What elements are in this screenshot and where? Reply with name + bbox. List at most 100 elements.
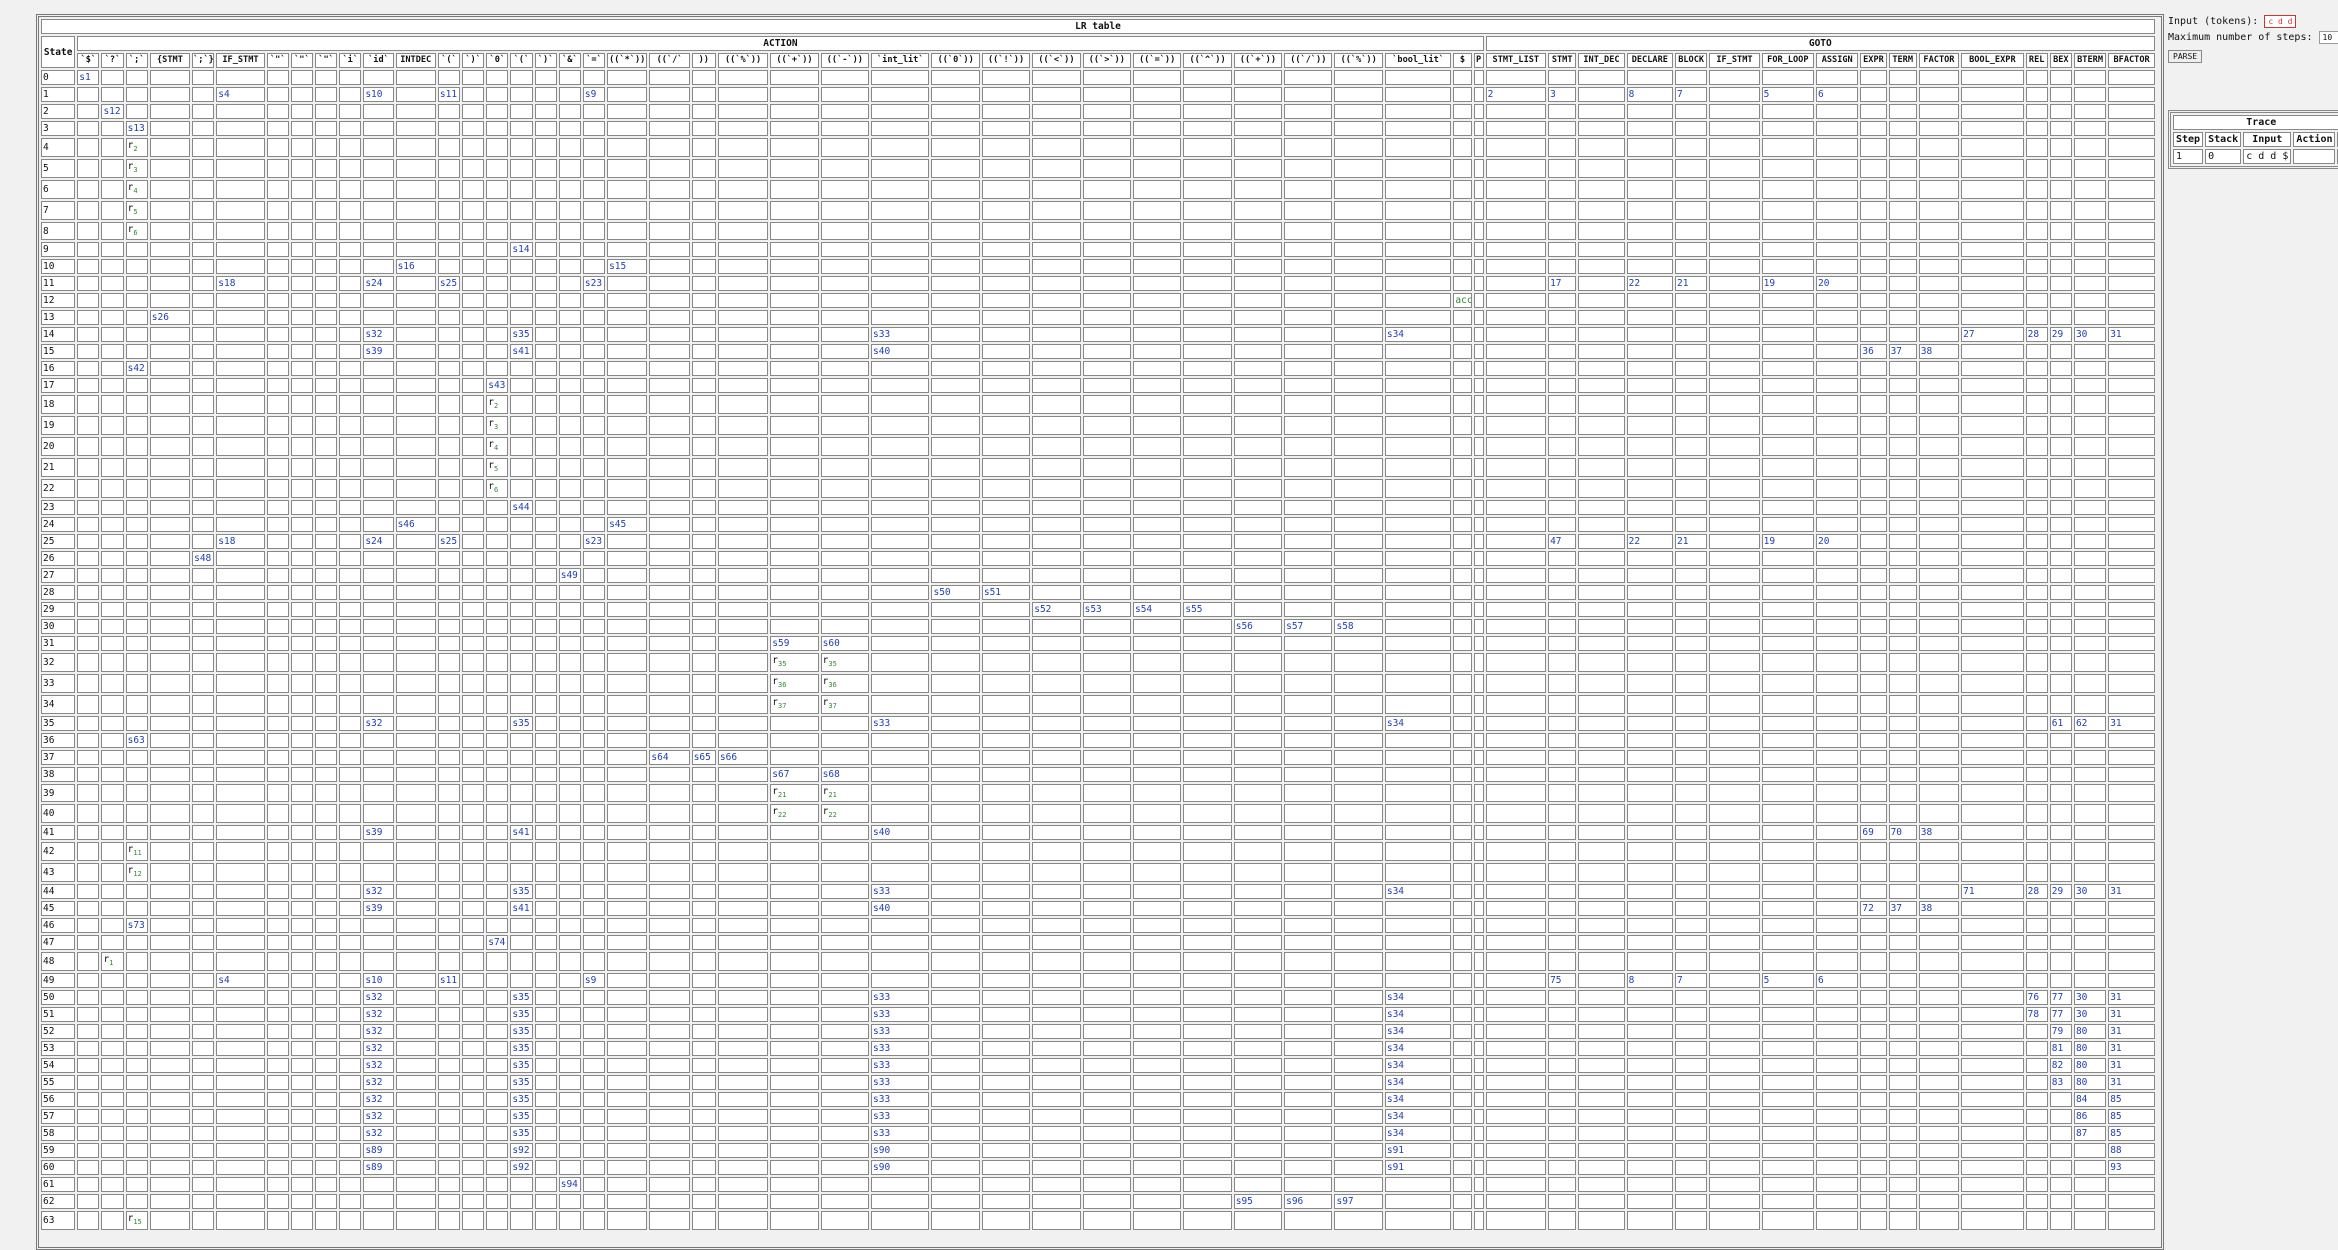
action-cell xyxy=(291,1160,313,1175)
state-cell: 8 xyxy=(41,222,75,241)
action-cell xyxy=(559,104,581,119)
action-cell xyxy=(1453,1024,1471,1039)
action-cell xyxy=(821,1058,869,1073)
goto-cell xyxy=(1709,602,1759,617)
action-cell xyxy=(396,479,436,498)
goto-cell xyxy=(2108,534,2155,549)
action-cell xyxy=(1234,361,1282,376)
goto-cell xyxy=(1578,1177,1624,1192)
action-cell xyxy=(931,222,979,241)
action-cell: s35 xyxy=(510,1024,532,1039)
goto-cell xyxy=(2108,276,2155,291)
action-cell xyxy=(315,293,337,308)
goto-cell xyxy=(1889,395,1917,414)
action-cell xyxy=(982,767,1030,782)
action-cell xyxy=(1474,733,1484,748)
action-cell xyxy=(1284,733,1332,748)
action-cell xyxy=(931,159,979,178)
action-cell xyxy=(1474,716,1484,731)
action-cell xyxy=(510,138,532,157)
max-steps-field[interactable]: 10 xyxy=(2319,31,2338,44)
action-cell xyxy=(982,361,1030,376)
action-cell xyxy=(396,180,436,199)
action-cell xyxy=(1334,602,1382,617)
action-cell xyxy=(649,825,689,840)
state-cell: 12 xyxy=(41,293,75,308)
goto-cell xyxy=(1860,695,1886,714)
goto-cell xyxy=(1709,121,1759,136)
state-cell: 28 xyxy=(41,585,75,600)
action-cell xyxy=(363,70,393,85)
goto-cell xyxy=(1709,293,1759,308)
goto-cell: 8 xyxy=(1627,87,1673,102)
action-cell xyxy=(718,1126,768,1141)
goto-cell xyxy=(1675,138,1707,157)
goto-cell xyxy=(1486,935,1546,950)
action-cell xyxy=(216,1177,264,1192)
action-cell xyxy=(1083,767,1131,782)
action-cell xyxy=(1032,674,1080,693)
goto-cell xyxy=(1627,361,1673,376)
action-cell xyxy=(1234,180,1282,199)
goto-cell xyxy=(1816,653,1858,672)
action-cell xyxy=(770,104,818,119)
action-cell xyxy=(339,1177,361,1192)
action-cell xyxy=(315,1109,337,1124)
action-cell xyxy=(101,276,123,291)
goto-cell xyxy=(1709,733,1759,748)
action-cell xyxy=(267,1109,289,1124)
goto-cell xyxy=(2074,222,2106,241)
action-cell xyxy=(1385,87,1452,102)
action-cell xyxy=(396,990,436,1005)
action-cell xyxy=(559,1024,581,1039)
action-cell xyxy=(396,310,436,325)
action-cell xyxy=(315,180,337,199)
action-cell xyxy=(315,636,337,651)
action-cell xyxy=(291,458,313,477)
action-cell xyxy=(982,863,1030,882)
action-cell xyxy=(718,842,768,861)
goto-cell xyxy=(2108,242,2155,257)
action-cell xyxy=(692,1075,716,1090)
action-cell xyxy=(931,551,979,566)
goto-cell xyxy=(1860,201,1886,220)
action-cell xyxy=(1083,935,1131,950)
action-cell xyxy=(535,500,557,515)
trace-row: 10c d d $ xyxy=(2173,149,2338,164)
action-cell xyxy=(192,87,214,102)
goto-cell xyxy=(1816,138,1858,157)
action-cell xyxy=(1453,551,1471,566)
input-tokens-field[interactable]: c d d xyxy=(2264,15,2296,28)
action-col-header: ((`=`)) xyxy=(1133,53,1181,68)
action-cell xyxy=(1032,1160,1080,1175)
goto-cell xyxy=(1889,517,1917,532)
action-cell xyxy=(150,534,190,549)
action-cell xyxy=(1474,121,1484,136)
action-cell xyxy=(607,1024,647,1039)
action-cell xyxy=(871,87,929,102)
action-cell xyxy=(1474,674,1484,693)
action-cell: s73 xyxy=(126,918,148,933)
action-cell xyxy=(339,918,361,933)
parse-button[interactable]: PARSE xyxy=(2168,50,2202,63)
action-cell xyxy=(821,104,869,119)
goto-cell xyxy=(1860,259,1886,274)
action-cell xyxy=(649,259,689,274)
action-cell xyxy=(1284,653,1332,672)
goto-cell xyxy=(1548,863,1576,882)
action-cell xyxy=(821,884,869,899)
action-cell xyxy=(1284,1143,1332,1158)
action-cell xyxy=(396,568,436,583)
action-cell xyxy=(1183,935,1231,950)
goto-cell xyxy=(1486,458,1546,477)
action-cell xyxy=(649,901,689,916)
action-cell xyxy=(1183,534,1231,549)
action-cell xyxy=(291,695,313,714)
action-cell xyxy=(1234,602,1282,617)
action-cell xyxy=(821,159,869,178)
goto-cell: 83 xyxy=(2050,1075,2072,1090)
goto-cell xyxy=(1961,159,2023,178)
action-cell xyxy=(486,259,508,274)
action-cell: s45 xyxy=(607,517,647,532)
action-cell xyxy=(1083,1024,1131,1039)
